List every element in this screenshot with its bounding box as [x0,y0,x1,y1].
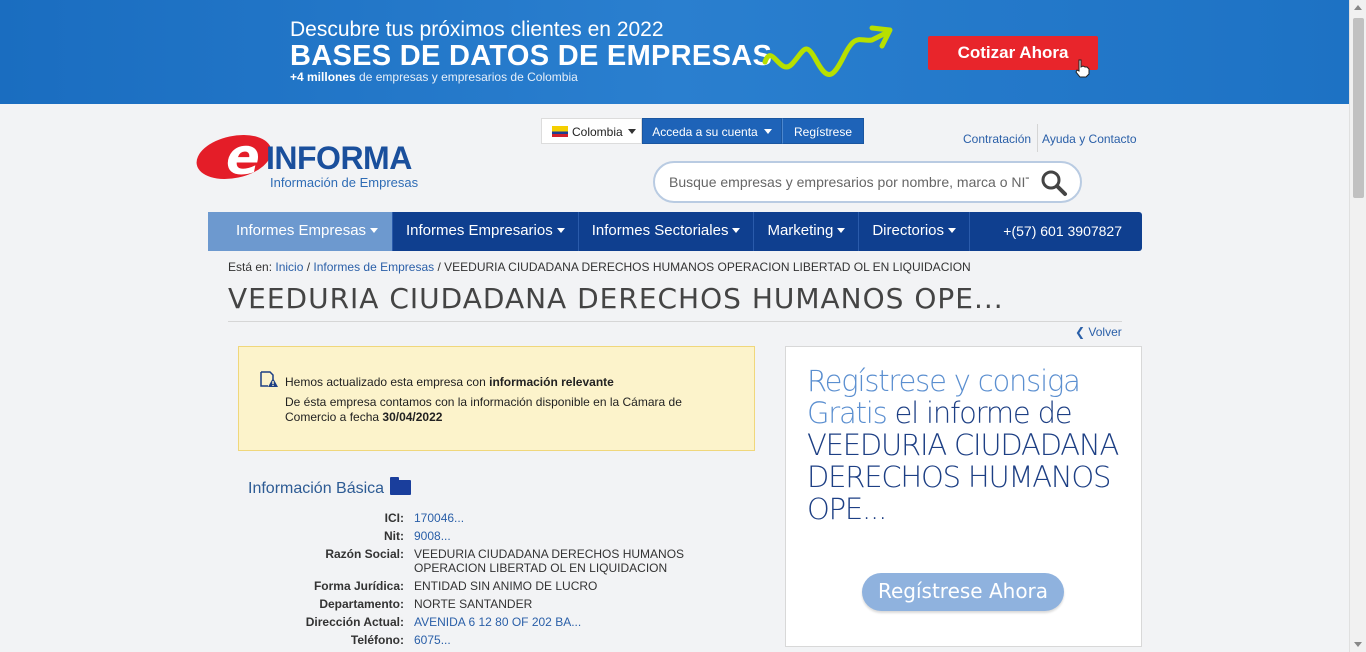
page-title: VEEDURIA CIUDADANA DERECHOS HUMANOS OPE.… [228,282,1004,315]
colombia-flag-icon [552,126,568,137]
trend-arrow-icon [762,25,893,77]
top-links: Contratación Ayuda y Contacto [963,124,1137,152]
main-nav: Informes Empresas Informes Empresarios I… [208,212,1142,251]
forma-juridica-value: ENTIDAD SIN ANIMO DE LUCRO [414,579,598,593]
search-icon[interactable] [1040,169,1068,197]
info-row-telefono: Teléfono: 6075... [228,633,748,647]
ayuda-contacto-link[interactable]: Ayuda y Contacto [1042,132,1137,146]
banner-line3: +4 millones de empresas y empresarios de… [290,70,578,84]
nit-value[interactable]: 9008... [414,529,714,543]
page-scrollbar[interactable] [1349,0,1366,652]
chevron-down-icon [948,228,956,233]
divider [1037,124,1039,152]
chevron-down-icon [370,228,379,233]
document-alert-icon [260,371,278,387]
chevron-down-icon [837,228,846,233]
info-row-departamento: Departamento: NORTE SANTANDER [228,597,748,611]
direccion-value[interactable]: AVENIDA 6 12 80 OF 202 BA... [414,615,714,629]
razon-social-value: VEEDURIA CIUDADANA DERECHOS HUMANOS OPER… [414,547,685,575]
contratacion-link[interactable]: Contratación [963,132,1031,146]
info-row-nit: Nit: 9008... [228,529,748,543]
register-promo-box: Regístrese y consiga Gratis el informe d… [785,346,1142,647]
search-input[interactable] [669,172,1029,192]
ici-value[interactable]: 170046... [414,511,714,525]
notice-line1: Hemos actualizado esta empresa con infor… [285,375,614,389]
nav-informes-empresas[interactable]: Informes Empresas [208,212,393,251]
breadcrumb: Está en: Inicio / Informes de Empresas /… [228,260,971,274]
logo-e: e [226,128,260,186]
departamento-value: NORTE SANTANDER [414,597,533,611]
nav-marketing[interactable]: Marketing [754,212,860,251]
pointer-hand-icon [1075,59,1090,78]
register-promo-text: Regístrese y consiga Gratis el informe d… [807,364,1119,526]
breadcrumb-current: VEEDURIA CIUDADANA DERECHOS HUMANOS OPER… [444,260,971,274]
divider [228,321,1122,322]
chevron-down-icon [763,129,772,134]
breadcrumb-home[interactable]: Inicio [275,260,303,274]
scroll-down-icon[interactable] [1354,642,1362,647]
folder-icon [390,477,412,495]
nav-directorios[interactable]: Directorios [859,212,970,251]
info-row-forma-juridica: Forma Jurídica: ENTIDAD SIN ANIMO DE LUCR… [228,579,748,593]
info-row-razon-social: Razón Social: VEEDURIA CIUDADANA DERECHOS… [228,547,748,575]
nav-phone[interactable]: +(57) 601 3907827 [983,212,1142,251]
country-selector[interactable]: Colombia [541,118,642,144]
register-button[interactable]: Regístrese [782,118,864,144]
scroll-thumb[interactable] [1353,18,1364,198]
back-link[interactable]: ❮ Volver [1075,325,1122,339]
search-box [653,161,1082,203]
chevron-down-icon [627,129,636,134]
banner-headline: BASES DE DATOS DE EMPRESAS [290,40,773,72]
chevron-left-icon: ❮ [1075,325,1089,339]
einforma-logo[interactable]: e INFORMA Información de Empresas [192,128,436,192]
promo-banner[interactable]: Descubre tus próximos clientes en 2022 B… [0,0,1349,104]
scroll-up-icon[interactable] [1354,5,1362,10]
logo-brand: INFORMA [266,140,412,176]
logo-tagline: Información de Empresas [270,175,419,190]
account-button[interactable]: Acceda a su cuenta [642,118,782,144]
chevron-down-icon [732,228,741,233]
nav-informes-sectoriales[interactable]: Informes Sectoriales [579,212,755,251]
info-row-direccion: Dirección Actual: AVENIDA 6 12 80 OF 202 … [228,615,748,629]
notice-line2: De ésta empresa contamos con la informac… [285,395,682,424]
nav-informes-empresarios[interactable]: Informes Empresarios [393,212,579,251]
breadcrumb-section[interactable]: Informes de Empresas [313,260,434,274]
update-notice: Hemos actualizado esta empresa con infor… [238,346,755,451]
chevron-down-icon [556,228,565,233]
telefono-value[interactable]: 6075... [414,633,714,647]
registrese-ahora-button[interactable]: Regístrese Ahora [862,573,1064,611]
basic-info-table: ICI: 170046... Nit: 9008... Razón Social: V… [228,511,748,651]
info-row-ici: ICI: 170046... [228,511,748,525]
banner-line1: Descubre tus próximos clientes en 2022 [290,18,664,41]
basic-info-heading: Información Básica [248,477,412,498]
